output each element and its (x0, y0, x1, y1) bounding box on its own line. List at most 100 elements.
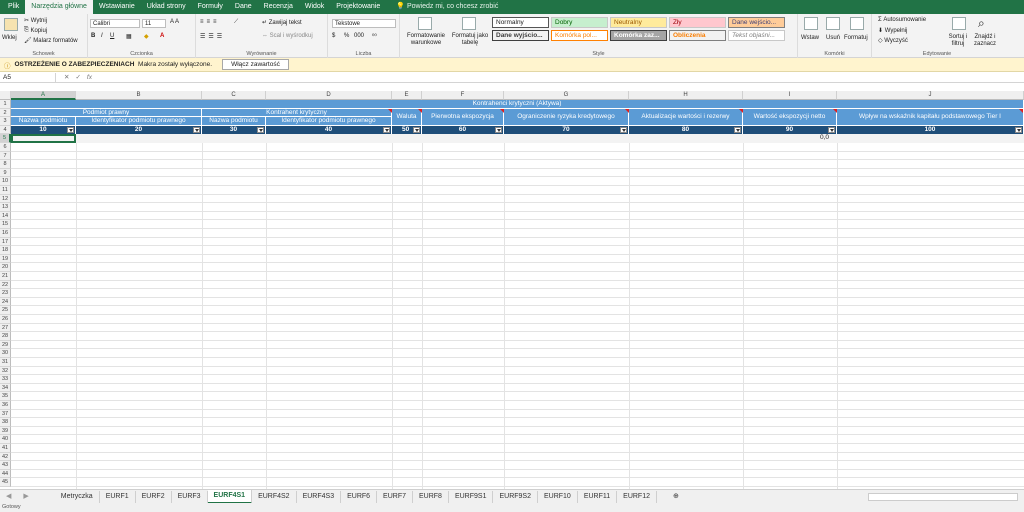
tell-me-search[interactable]: 💡 Powiedz mi, co chcesz zrobić (386, 0, 498, 14)
sheet-tab-eurf9s2[interactable]: EURF9S2 (493, 490, 538, 503)
row-header[interactable]: 13 (0, 203, 11, 212)
row-header[interactable]: 2 (0, 108, 11, 118)
row-header[interactable]: 5 (0, 134, 11, 143)
row-header[interactable]: 35 (0, 392, 11, 401)
align-left-icons[interactable]: ☰☰☰ (200, 33, 225, 40)
row-header[interactable]: 39 (0, 426, 11, 436)
conditional-format-button[interactable]: Formatowanie warunkowe (402, 33, 450, 47)
fx-icon[interactable]: fx (87, 74, 92, 81)
copy-button[interactable]: ⎘ Kopiuj (24, 27, 47, 34)
style-explanatory[interactable]: Tekst objaśni... (728, 30, 785, 41)
row-header[interactable]: 16 (0, 229, 11, 238)
row-header[interactable]: 7 (0, 151, 11, 161)
row-header[interactable]: 20 (0, 263, 11, 272)
tab-formulas[interactable]: Formuły (192, 0, 229, 14)
enter-icon[interactable]: ✓ (75, 74, 86, 81)
code-cell-j[interactable]: 100 (837, 125, 1024, 134)
scroll-right-icon[interactable]: ▶ (17, 491, 34, 503)
row-header[interactable]: 14 (0, 211, 11, 221)
row-header[interactable]: 42 (0, 452, 11, 462)
row-header[interactable]: 15 (0, 220, 11, 229)
column-header-h[interactable]: H (629, 91, 743, 100)
sheet-tab-eurf4s2[interactable]: EURF4S2 (252, 490, 297, 503)
orientation-icon[interactable]: ⟋ (234, 19, 238, 26)
filter-dropdown-icon[interactable] (495, 126, 502, 133)
filter-dropdown-icon[interactable] (828, 126, 835, 133)
active-cell[interactable] (11, 134, 76, 143)
style-linked-cell[interactable]: Komórka pol... (551, 30, 608, 41)
sheet-tab-eurf8[interactable]: EURF8 (413, 490, 449, 503)
style-output[interactable]: Dane wyjścio... (492, 30, 549, 41)
row-header[interactable]: 4 (0, 125, 11, 135)
select-all-corner[interactable] (0, 91, 11, 100)
column-header-d[interactable]: D (266, 91, 392, 100)
tab-design[interactable]: Projektowanie (330, 0, 386, 14)
net-exposure-value[interactable]: 0,0 (743, 134, 829, 143)
code-cell-a[interactable]: 10 (11, 125, 76, 134)
style-normal[interactable]: Normalny (492, 17, 549, 28)
tab-insert[interactable]: Wstawianie (93, 0, 141, 14)
formula-input[interactable] (126, 73, 1024, 82)
row-header[interactable]: 40 (0, 435, 11, 444)
delete-button[interactable]: Usuń (826, 35, 840, 41)
row-header[interactable]: 9 (0, 168, 11, 178)
format-cells-icon[interactable] (850, 17, 864, 30)
cancel-icon[interactable]: ✕ (64, 74, 75, 81)
style-neutral[interactable]: Neutralny (610, 17, 667, 28)
row-header[interactable]: 21 (0, 272, 11, 281)
code-cell-e[interactable]: 50 (392, 125, 422, 134)
sheet-tab-eurf6[interactable]: EURF6 (341, 490, 378, 503)
filter-dropdown-icon[interactable] (67, 126, 74, 133)
sheet-tab-eurf4s3[interactable]: EURF4S3 (297, 490, 342, 503)
row-header[interactable]: 19 (0, 254, 11, 264)
row-header[interactable]: 45 (0, 478, 11, 487)
style-bad[interactable]: Zły (669, 17, 726, 28)
cut-button[interactable]: ✂ Wytnij (24, 17, 47, 25)
autosum-button[interactable]: Σ Autosumowanie (878, 17, 926, 23)
sheet-tab-eurf9s1[interactable]: EURF9S1 (449, 490, 494, 503)
filter-dropdown-icon[interactable] (193, 126, 200, 133)
code-cell-i[interactable]: 90 (743, 125, 837, 134)
row-header[interactable]: 36 (0, 401, 11, 410)
code-cell-h[interactable]: 80 (629, 125, 743, 134)
row-header[interactable]: 31 (0, 358, 11, 367)
format-painter-button[interactable]: 🖌 Malarz formatów (24, 37, 78, 45)
clear-button[interactable]: ◇ Wyczyść (878, 37, 908, 45)
filter-dropdown-icon[interactable] (413, 126, 420, 133)
row-header[interactable]: 11 (0, 186, 11, 195)
row-header[interactable]: 3 (0, 117, 11, 126)
column-header-a[interactable]: A (11, 91, 76, 100)
code-cell-b[interactable]: 20 (76, 125, 202, 134)
row-header[interactable]: 33 (0, 375, 11, 384)
filter-dropdown-icon[interactable] (1015, 126, 1022, 133)
row-header[interactable]: 10 (0, 177, 11, 186)
delete-icon[interactable] (826, 17, 840, 30)
italic-button[interactable]: I (101, 33, 103, 39)
row-header[interactable]: 26 (0, 315, 11, 324)
column-header-c[interactable]: C (202, 91, 266, 100)
row-header[interactable]: 24 (0, 297, 11, 307)
tab-page-layout[interactable]: Układ strony (141, 0, 192, 14)
underline-button[interactable]: U (110, 33, 114, 39)
code-cell-c[interactable]: 30 (202, 125, 266, 134)
font-color-icon[interactable]: A (160, 33, 164, 39)
column-header-f[interactable]: F (422, 91, 504, 100)
row-header[interactable]: 25 (0, 306, 11, 315)
paste-icon[interactable] (4, 18, 18, 31)
style-check-cell[interactable]: Komórka zaz... (610, 30, 667, 41)
conditional-format-icon[interactable] (418, 17, 432, 30)
grow-font-button[interactable]: A A (170, 19, 179, 25)
row-header[interactable]: 34 (0, 383, 11, 393)
sheet-tab-eurf11[interactable]: EURF11 (578, 490, 618, 503)
row-header[interactable]: 29 (0, 340, 11, 350)
column-header-i[interactable]: I (743, 91, 837, 100)
fill-color-icon[interactable]: ◆ (144, 33, 149, 40)
sheet-tab-eurf10[interactable]: EURF10 (538, 490, 578, 503)
row-header[interactable]: 44 (0, 469, 11, 479)
row-header[interactable]: 41 (0, 444, 11, 453)
thousands-button[interactable]: 000 (354, 33, 364, 39)
enable-content-button[interactable]: Włącz zawartość (222, 59, 289, 70)
row-header[interactable]: 22 (0, 280, 11, 290)
decimal-icon[interactable]: ⁰⁰ (372, 33, 377, 40)
sheet-tab-eurf4s1[interactable]: EURF4S1 (207, 489, 253, 504)
